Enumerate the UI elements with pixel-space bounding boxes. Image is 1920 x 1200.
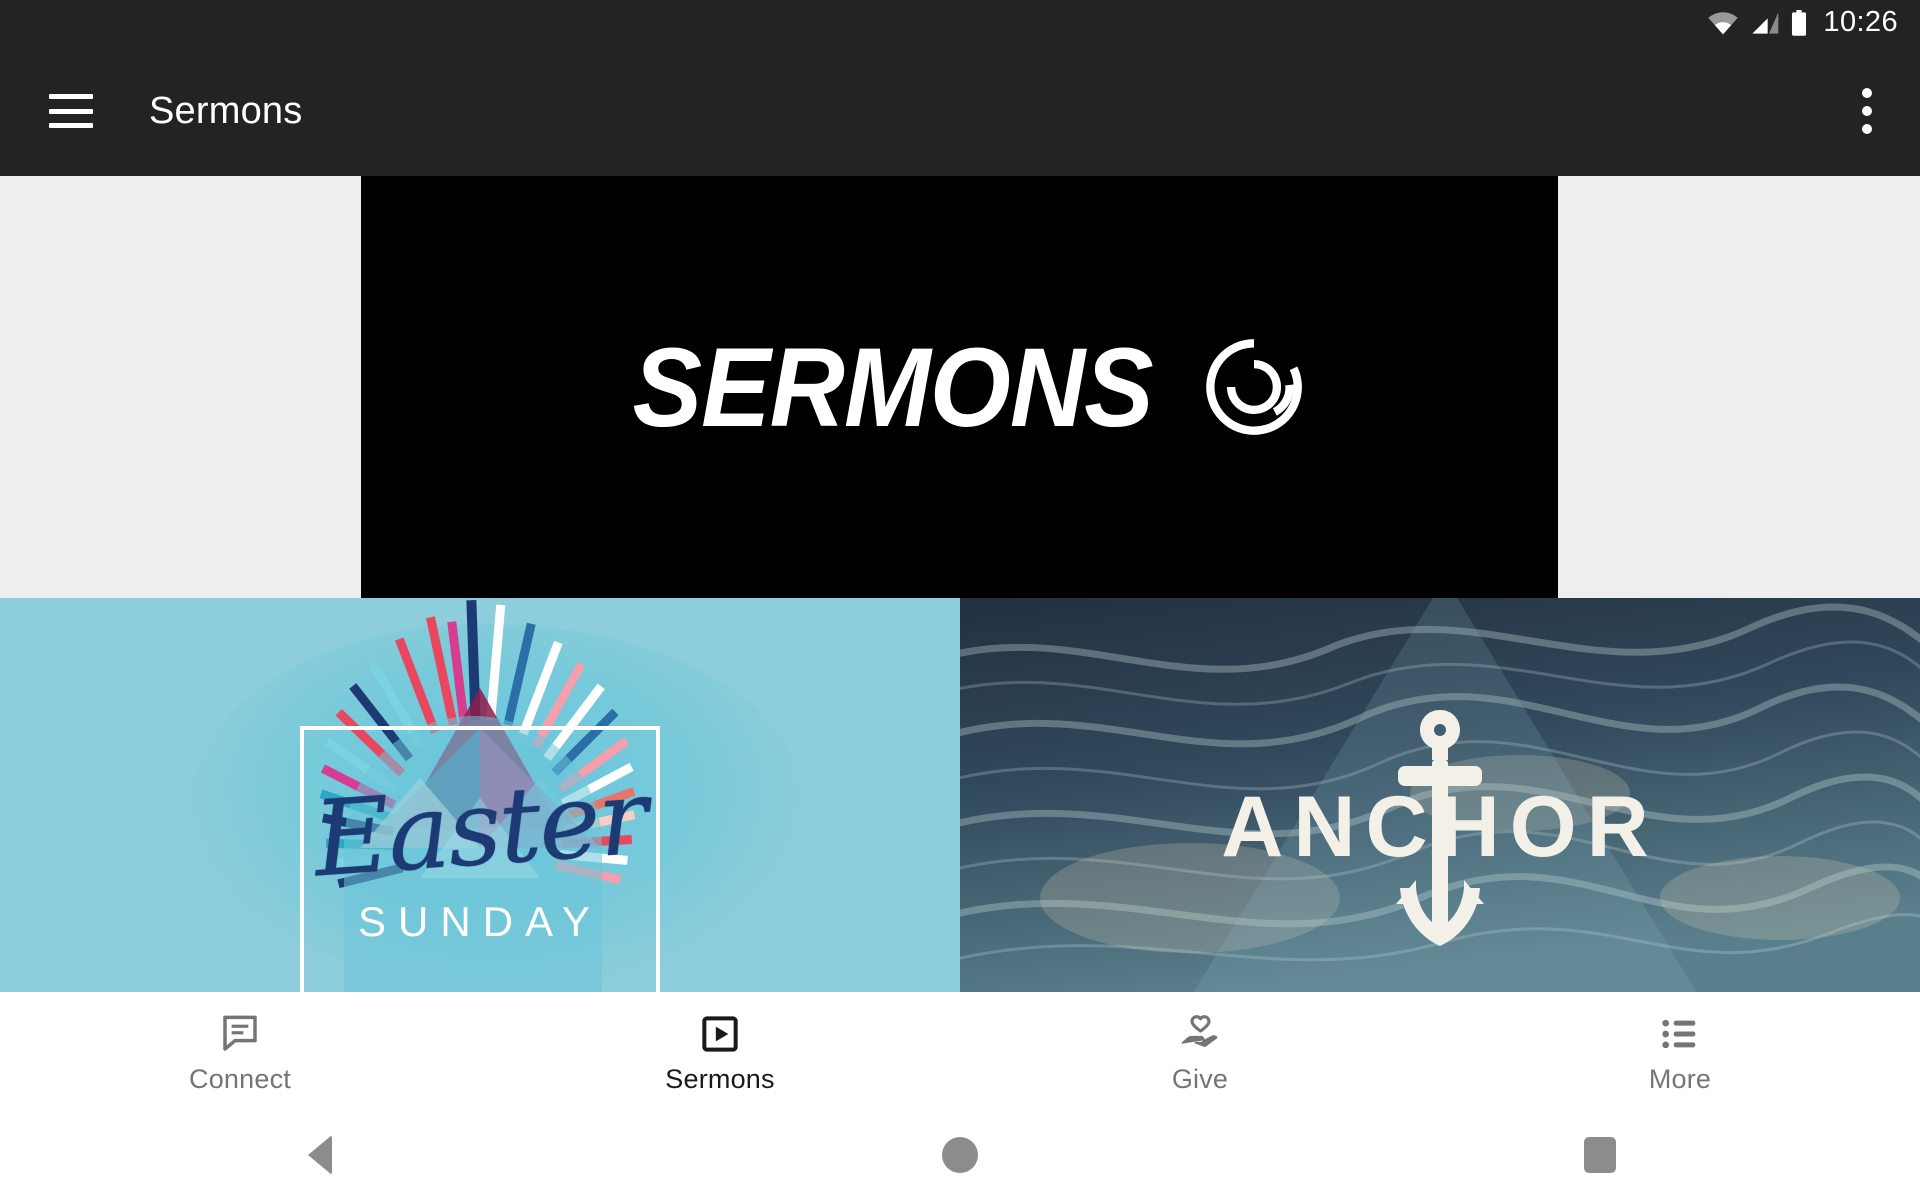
featured-sermons-banner[interactable]: SERMONS: [361, 176, 1558, 598]
sermon-tile-anchor[interactable]: ANCHOR: [960, 598, 1920, 992]
hamburger-line: [49, 108, 93, 114]
overflow-dot: [1862, 124, 1872, 134]
page-title: Sermons: [149, 89, 303, 132]
chat-bubble-icon: [223, 1015, 257, 1051]
recents-button[interactable]: [1540, 1125, 1660, 1185]
android-system-nav-bar: [0, 1110, 1920, 1200]
circular-spiral-logo-icon: [1206, 339, 1302, 435]
status-bar-clock: 10:26: [1823, 5, 1898, 38]
sermon-series-row: Easter SUNDAY ANCHOR: [0, 598, 1920, 992]
list-icon: [1662, 1019, 1696, 1048]
nav-item-give[interactable]: Give: [960, 992, 1440, 1110]
app-bar: Sermons: [0, 46, 1920, 176]
hand-heart-icon: [1181, 1014, 1218, 1047]
nav-label-give: Give: [1171, 1063, 1229, 1094]
easter-subtitle: SUNDAY: [358, 898, 602, 945]
nav-label-more: More: [1648, 1063, 1712, 1094]
cellular-signal-icon: [1752, 12, 1779, 34]
back-triangle-icon: [308, 1135, 332, 1175]
anchor-title: ANCHOR: [1221, 779, 1659, 875]
overflow-dot: [1862, 106, 1872, 116]
nav-item-sermons[interactable]: Sermons: [480, 992, 960, 1110]
nav-label-connect: Connect: [189, 1063, 291, 1094]
hamburger-line: [49, 94, 93, 99]
status-bar-icons: [1707, 10, 1807, 36]
recents-square-icon: [1584, 1137, 1616, 1173]
bottom-navigation-bar: Connect Sermons Give More: [0, 992, 1920, 1110]
back-button[interactable]: [260, 1125, 380, 1185]
status-bar: 10:26: [0, 0, 1920, 46]
easter-title-script: Easter: [309, 755, 651, 901]
sermons-content-area: SERMONS Easter SUNDAY ANCHOR: [0, 176, 1920, 992]
video-play-icon: [702, 1015, 738, 1052]
battery-icon: [1792, 10, 1807, 36]
hamburger-line: [49, 123, 93, 128]
home-button[interactable]: [900, 1125, 1020, 1185]
sermon-tile-easter-sunday[interactable]: Easter SUNDAY: [0, 598, 960, 992]
nav-item-more[interactable]: More: [1440, 992, 1920, 1110]
nav-item-connect[interactable]: Connect: [0, 992, 480, 1110]
overflow-dot: [1862, 88, 1872, 98]
nav-label-sermons: Sermons: [665, 1063, 775, 1094]
wifi-icon: [1708, 12, 1739, 35]
hamburger-menu-icon[interactable]: [49, 94, 93, 128]
android-app-screen: 10:26 Sermons SERMONS Easter SUNDAY ANCH…: [0, 0, 1920, 1200]
overflow-menu-icon[interactable]: [1862, 88, 1872, 134]
home-circle-icon: [942, 1137, 978, 1173]
featured-banner-title: SERMONS: [632, 324, 1153, 450]
